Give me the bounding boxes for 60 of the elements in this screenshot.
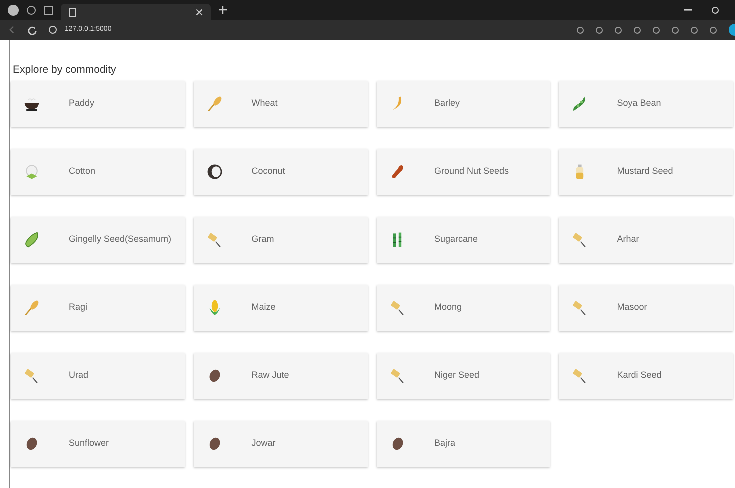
commodity-name: Sunflower: [69, 437, 110, 450]
commodity-card[interactable]: Sunflower: [11, 421, 185, 467]
commodity-name: Coconut: [252, 165, 286, 178]
commodity-card[interactable]: Jowar: [194, 421, 368, 467]
commodity-card[interactable]: Gram: [194, 217, 368, 263]
commodity-name: Masoor: [617, 301, 648, 314]
commodity-card[interactable]: Moong: [376, 285, 550, 331]
close-icon[interactable]: [196, 8, 203, 16]
commodity-name: Sugarcane: [434, 233, 478, 246]
commodity-card[interactable]: Mustard Seed: [559, 149, 733, 195]
workspace-icon[interactable]: [27, 6, 36, 14]
commodity-card[interactable]: Sugarcane: [376, 217, 550, 263]
commodity-name: Niger Seed: [434, 369, 480, 382]
commodity-name: Gingelly Seed(Sesamum): [69, 233, 172, 246]
wheat-icon: [23, 299, 41, 317]
commodity-name: Kardi Seed: [617, 369, 662, 382]
commodity-name: Paddy: [69, 97, 95, 110]
commodity-name: Urad: [69, 369, 89, 382]
commodity-name: Bajra: [434, 437, 456, 450]
commodity-card[interactable]: Bajra: [376, 421, 550, 467]
commodity-name: Soya Bean: [617, 97, 662, 110]
info-icon[interactable]: [49, 26, 57, 34]
commodity-name: Arhar: [617, 233, 640, 246]
commodity-card[interactable]: Ground Nut Seeds: [376, 149, 550, 195]
section-heading: Explore by commodity: [12, 64, 118, 76]
commodity-card[interactable]: Cotton: [11, 149, 185, 195]
commodity-name: Jowar: [252, 437, 276, 450]
commodity-card[interactable]: Barley: [376, 81, 550, 127]
new-tab-icon[interactable]: [219, 6, 227, 14]
commodity-name: Ground Nut Seeds: [434, 165, 510, 178]
commodity-card[interactable]: Ragi: [11, 285, 185, 331]
commodity-name: Cotton: [69, 165, 96, 178]
commodity-card[interactable]: Gingelly Seed(Sesamum): [11, 217, 185, 263]
commodity-card[interactable]: Urad: [11, 353, 185, 399]
commodity-name: Maize: [252, 301, 276, 314]
commodity-card[interactable]: Maize: [194, 285, 368, 331]
wheat-icon: [206, 95, 224, 113]
coconut-icon: [206, 163, 224, 181]
leaf-icon: [23, 231, 41, 249]
document-icon: [69, 8, 76, 16]
commodity-card[interactable]: Paddy: [11, 81, 185, 127]
commodity-card[interactable]: Coconut: [194, 149, 368, 195]
commodity-card[interactable]: Niger Seed: [376, 353, 550, 399]
commodity-card[interactable]: Masoor: [559, 285, 733, 331]
commodity-card[interactable]: Kardi Seed: [559, 353, 733, 399]
commodity-name: Gram: [252, 233, 274, 246]
commodity-card[interactable]: Raw Jute: [194, 353, 368, 399]
commodity-name: Raw Jute: [252, 369, 290, 382]
reload-icon[interactable]: [28, 26, 37, 34]
back-icon[interactable]: [8, 26, 16, 34]
commodity-card[interactable]: Soya Bean: [559, 81, 733, 127]
commodity-name: Wheat: [252, 97, 278, 110]
commodity-card[interactable]: Arhar: [559, 217, 733, 263]
commodity-name: Ragi: [69, 301, 88, 314]
commodity-name: Moong: [434, 301, 462, 314]
copilot-icon[interactable]: [729, 24, 735, 36]
commodity-card[interactable]: Wheat: [194, 81, 368, 127]
commodity-name: Mustard Seed: [617, 165, 674, 178]
commodity-name: Barley: [434, 97, 460, 110]
avatar-icon[interactable]: [8, 4, 19, 16]
